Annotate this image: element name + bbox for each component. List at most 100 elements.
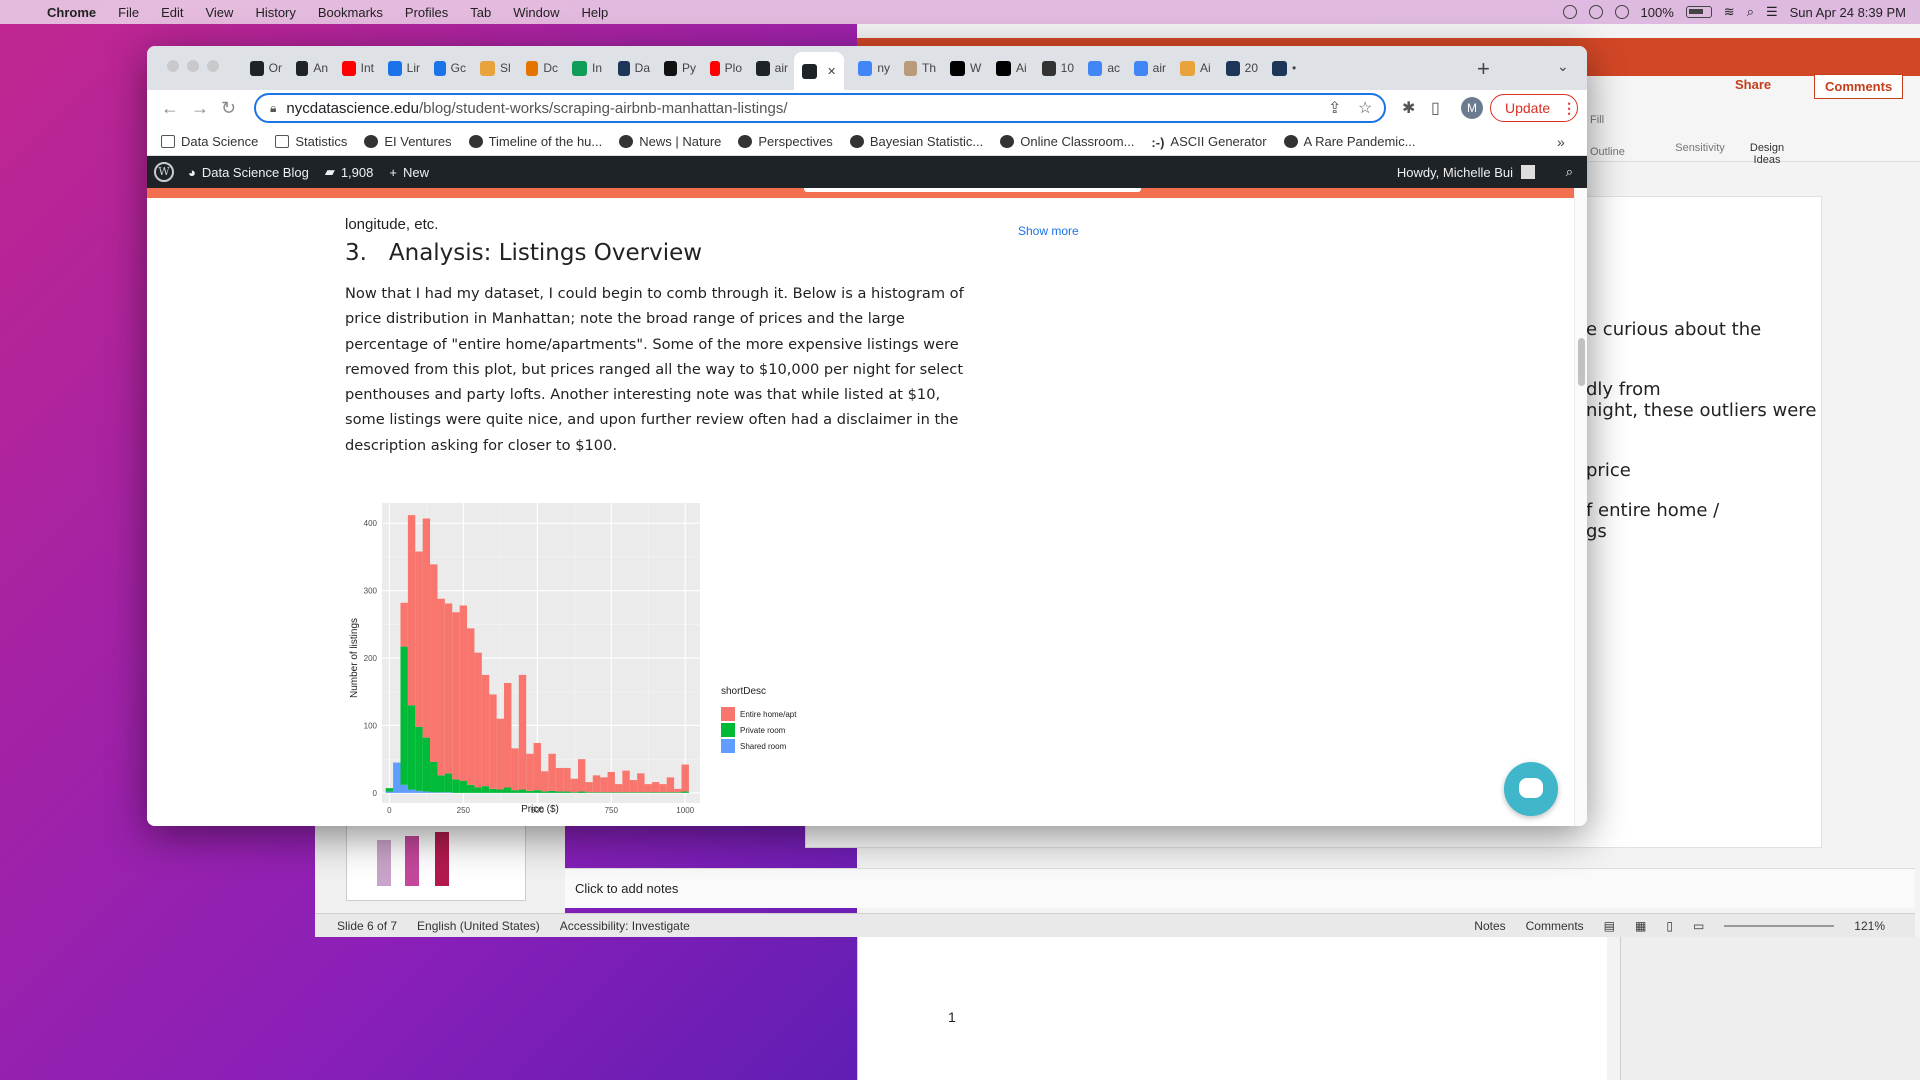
back-icon[interactable]: ←	[161, 98, 179, 119]
browser-tab[interactable]: Sl	[472, 56, 512, 80]
bookmark-item[interactable]: :-) ASCII Generator	[1151, 134, 1266, 150]
control-center-icon[interactable]: ☰	[1766, 4, 1778, 20]
profile-avatar[interactable]: M	[1461, 97, 1483, 119]
browser-tab[interactable]: Ai	[1172, 56, 1212, 80]
wp-search-icon[interactable]: ⌕	[1566, 164, 1573, 180]
extensions-icon[interactable]: ✱	[1402, 98, 1415, 118]
bookmark-star-icon[interactable]: ☆	[1358, 98, 1372, 118]
tab-search-icon[interactable]: ⌄	[1557, 58, 1569, 75]
status-language[interactable]: English (United States)	[417, 919, 540, 933]
bookmark-item[interactable]: Statistics	[275, 134, 347, 149]
grammarly-icon[interactable]	[1562, 5, 1577, 19]
minimize-window-button[interactable]	[187, 60, 199, 72]
show-more-link[interactable]: Show more	[1018, 224, 1079, 238]
browser-tab[interactable]: Da	[610, 56, 650, 80]
browser-tab[interactable]: Gc	[426, 56, 466, 80]
ppt-share-button[interactable]: Share	[1735, 77, 1771, 92]
ppt-outline-label[interactable]: Outline	[1590, 146, 1625, 158]
browser-tab[interactable]: •	[1264, 56, 1304, 80]
menu-view[interactable]: View	[194, 5, 244, 20]
ppt-fill-label[interactable]: Fill	[1590, 114, 1604, 126]
tab-active[interactable]: ✕	[794, 52, 844, 90]
new-tab-button[interactable]: +	[1477, 56, 1490, 82]
browser-tab[interactable]: Int	[334, 56, 374, 80]
bookmark-item[interactable]: Online Classroom...	[1000, 134, 1134, 149]
browser-tab[interactable]: Py	[656, 56, 696, 80]
menu-app-chrome[interactable]: Chrome	[36, 5, 107, 20]
slide-thumbnail[interactable]	[346, 825, 526, 901]
browser-tab[interactable]: ny	[850, 56, 890, 80]
browser-tab[interactable]: 20	[1218, 56, 1258, 80]
spotlight-icon[interactable]: ⌕	[1747, 4, 1754, 20]
kebab-menu-icon[interactable]: ⋮	[1562, 100, 1576, 117]
bookmark-item[interactable]: A Rare Pandemic...	[1283, 134, 1416, 149]
word-document-page[interactable]: 1	[857, 937, 1607, 1080]
forward-icon[interactable]: →	[191, 98, 209, 119]
cloud-icon[interactable]	[1588, 5, 1603, 19]
menu-file[interactable]: File	[107, 5, 150, 20]
lock-icon[interactable]: 🔒︎	[270, 101, 276, 116]
menu-help[interactable]: Help	[571, 5, 620, 20]
wordpress-logo-icon[interactable]: W	[154, 162, 174, 182]
timer-icon[interactable]	[1614, 5, 1629, 19]
share-icon[interactable]: ⇪	[1328, 98, 1341, 118]
ppt-comments-button[interactable]: Comments	[1814, 74, 1904, 99]
wp-comments-link[interactable]: ▰ 1,908	[325, 164, 374, 180]
normal-view-icon[interactable]: ▤	[1604, 919, 1615, 933]
wp-user-menu[interactable]: Howdy, Michelle Bui	[1397, 165, 1535, 180]
browser-tab[interactable]: In	[564, 56, 604, 80]
browser-tab[interactable]: Ai	[988, 56, 1028, 80]
battery-icon[interactable]	[1685, 6, 1712, 18]
bookmark-item[interactable]: Bayesian Statistic...	[849, 134, 983, 149]
browser-tab[interactable]: ac	[1080, 56, 1120, 80]
scrollbar-thumb[interactable]	[1578, 338, 1585, 386]
wp-site-link[interactable]: ◕ Data Science Blog	[188, 165, 309, 180]
browser-tab[interactable]: Dc	[518, 56, 558, 80]
header-search-bar[interactable]	[804, 188, 1141, 192]
reload-icon[interactable]: ↻	[221, 98, 236, 119]
zoom-level[interactable]: 121%	[1854, 919, 1885, 933]
zoom-window-button[interactable]	[207, 60, 219, 72]
ppt-notes-pane[interactable]: Click to add notes	[565, 868, 1915, 908]
sorter-view-icon[interactable]: ▦	[1635, 919, 1646, 933]
ppt-design-ideas-label[interactable]: Design Ideas	[1745, 142, 1789, 166]
bookmark-item[interactable]: Data Science	[161, 134, 258, 149]
side-panel-icon[interactable]: ▯	[1431, 98, 1440, 118]
browser-tab[interactable]: Plo	[702, 56, 742, 80]
page-scrollbar[interactable]	[1574, 188, 1587, 826]
menu-bookmarks[interactable]: Bookmarks	[307, 5, 394, 20]
bookmark-item[interactable]: Perspectives	[738, 134, 833, 149]
browser-tab[interactable]: air	[1126, 56, 1166, 80]
menu-profiles[interactable]: Profiles	[394, 5, 459, 20]
menu-edit[interactable]: Edit	[150, 5, 194, 20]
wifi-icon[interactable]: ≋	[1724, 4, 1735, 20]
menubar-clock[interactable]: Sun Apr 24 8:39 PM	[1790, 5, 1906, 20]
bookmark-item[interactable]: Timeline of the hu...	[468, 134, 602, 149]
browser-tab[interactable]: air	[748, 56, 788, 80]
menu-tab[interactable]: Tab	[459, 5, 502, 20]
bookmark-item[interactable]: EI Ventures	[364, 134, 452, 149]
zoom-slider[interactable]	[1724, 924, 1835, 927]
slideshow-icon[interactable]: ▭	[1693, 919, 1704, 933]
wp-new-link[interactable]: + New	[389, 165, 429, 180]
chat-widget-button[interactable]	[1504, 762, 1558, 816]
menu-window[interactable]: Window	[502, 5, 570, 20]
browser-tab[interactable]: Th	[896, 56, 936, 80]
update-button[interactable]: Update ⋮	[1490, 94, 1578, 122]
bookmark-item[interactable]: News | Nature	[619, 134, 721, 149]
browser-tab[interactable]: Lir	[380, 56, 420, 80]
close-tab-icon[interactable]: ✕	[827, 65, 836, 78]
browser-tab[interactable]: An	[288, 56, 328, 80]
menu-history[interactable]: History	[244, 5, 306, 20]
reading-view-icon[interactable]: ▯	[1666, 919, 1673, 933]
browser-tab[interactable]: W	[942, 56, 982, 80]
bookmarks-overflow-icon[interactable]: »	[1557, 134, 1565, 150]
status-comments-button[interactable]: Comments	[1526, 919, 1584, 933]
status-accessibility[interactable]: Accessibility: Investigate	[560, 919, 690, 933]
ppt-sensitivity-label[interactable]: Sensitivity	[1672, 142, 1728, 154]
status-notes-button[interactable]: Notes	[1474, 919, 1505, 933]
browser-tab[interactable]: 10	[1034, 56, 1074, 80]
close-window-button[interactable]	[167, 60, 179, 72]
browser-tab[interactable]: Or	[242, 56, 282, 80]
address-bar[interactable]: 🔒︎ nycdatascience.edu/blog/student-works…	[254, 93, 1386, 123]
